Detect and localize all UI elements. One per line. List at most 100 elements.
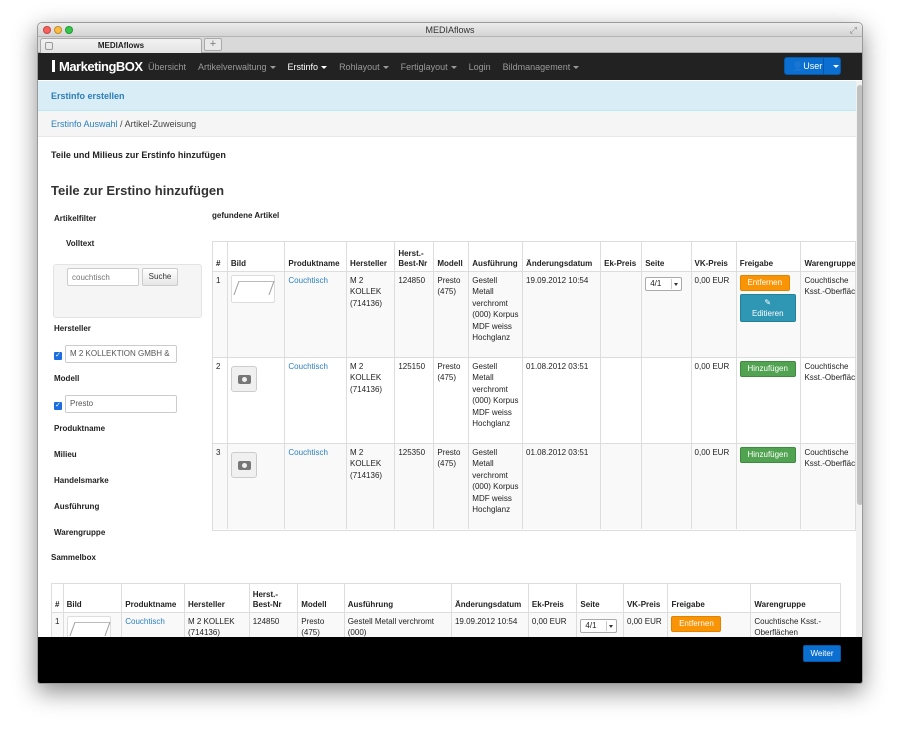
column-header[interactable]: Änderungsdatum [450,584,529,612]
nav-item-5[interactable]: Login [463,62,497,72]
column-header[interactable]: Ausführung [343,584,452,612]
titlebar: MEDIAflows ⤢ [38,23,862,37]
camera-icon[interactable] [230,365,257,392]
column-header[interactable]: Bild [226,242,285,271]
browser-tab[interactable]: MEDIAflows [40,38,202,53]
freigabe-cell: Hinzufügen [735,442,801,529]
chevron-down-icon [671,278,680,289]
nav-item-label: Login [468,61,491,72]
nav-item-2[interactable]: Erstinfo [282,62,334,72]
modell-field[interactable]: Presto [65,395,177,413]
product-thumbnail[interactable] [66,615,111,637]
chevron-down-icon[interactable] [833,65,839,68]
scrollbar-thumb[interactable] [857,85,862,505]
bestnr-cell: 124850 [394,270,434,357]
column-header[interactable]: Ausführung [468,242,523,271]
add-button[interactable]: Hinzufügen [739,446,796,463]
column-header[interactable]: Freigabe [667,584,751,612]
page-title: Teile zur Erstino hinzufügen [51,183,225,198]
search-input[interactable] [67,268,139,286]
modell-cell: Presto (475) [433,356,469,443]
column-header[interactable]: Ek-Preis [600,242,642,271]
modell-checkbox[interactable]: ✓ [54,402,62,410]
column-header[interactable]: Warengruppe [750,584,840,612]
table-row: 1 Couchtisch M 2 KOLLEK (714136) 124850 Pres… [52,611,840,637]
datum-cell: 19.09.2012 10:54 [450,611,529,637]
tab-bar: MEDIAflows + [38,37,862,53]
modell-cell: Presto (475) [433,442,469,529]
column-header[interactable]: Freigabe [735,242,801,271]
column-header[interactable]: Herst.-Best-Nr [394,242,434,271]
column-header[interactable]: # [52,584,63,612]
fullscreen-icon[interactable]: ⤢ [850,25,857,36]
new-tab-button[interactable]: + [204,38,222,51]
hersteller-field[interactable]: M 2 KOLLEKTION GMBH & [65,345,177,363]
column-header[interactable]: Hersteller [346,242,395,271]
user-button[interactable]: 👤User [784,57,841,75]
remove-button[interactable]: Entfernen [671,615,722,632]
brand-name: MarketingBOX [59,59,143,74]
ek-cell [600,356,642,443]
column-header[interactable]: VK-Preis [690,242,737,271]
column-header[interactable]: Herst.-Best-Nr [248,584,298,612]
column-header[interactable]: Produktname [121,584,185,612]
product-link[interactable]: Couchtisch [125,617,165,626]
freigabe-cell: Entfernen [667,611,751,637]
column-header[interactable]: Ek-Preis [527,584,577,612]
seite-select[interactable]: 4/1 [645,276,683,291]
ek-cell: 0,00 EUR [527,611,577,637]
ausfuehrung-cell: Gestell Metall verchromt (000) Korpus MD… [468,442,523,529]
user-button-divider [823,58,824,74]
minimize-window-icon[interactable] [54,26,62,34]
column-header[interactable]: Änderungsdatum [522,242,601,271]
footer-bar: Weiter [38,637,862,683]
produktname-cell: Couchtisch [121,611,185,637]
page-scrollbar[interactable] [856,81,862,637]
edit-button[interactable]: ✎ Editieren [739,293,796,322]
nav-item-3[interactable]: Rohlayout [333,62,395,72]
nav-item-6[interactable]: Bildmanagement [497,62,586,72]
column-header[interactable]: Seite [641,242,692,271]
chevron-down-icon [606,620,615,631]
furniture-image [233,280,275,295]
hersteller-cell: M 2 KOLLEK (714136) [183,611,250,637]
column-header[interactable]: Seite [576,584,624,612]
seite-cell: 4/1 [641,270,692,357]
column-header[interactable]: Warengruppe [800,242,855,271]
column-header[interactable]: Modell [433,242,469,271]
breadcrumb-link-erstinfo[interactable]: Erstinfo Auswahl [51,119,118,129]
close-window-icon[interactable] [43,26,51,34]
seite-select[interactable]: 4/1 [580,618,618,633]
nav-item-0[interactable]: Übersicht [142,62,192,72]
column-header[interactable]: Bild [62,584,122,612]
vk-preis-cell: 0,00 EUR [622,611,668,637]
freigabe-cell: Hinzufügen [735,356,801,443]
product-link[interactable]: Couchtisch [288,362,328,371]
column-header[interactable]: Hersteller [183,584,250,612]
camera-icon[interactable] [230,451,257,478]
seite-value: 4/1 [585,620,597,630]
remove-button[interactable]: Entfernen [739,274,790,291]
chevron-down-icon [321,65,328,69]
chevron-down-icon [269,65,276,69]
hersteller-checkbox[interactable]: ✓ [54,352,62,360]
product-link[interactable]: Couchtisch [288,276,328,285]
product-link[interactable]: Couchtisch [288,448,328,457]
search-button[interactable]: Suche [142,268,178,286]
add-button[interactable]: Hinzufügen [739,360,796,377]
column-header[interactable]: # [213,242,227,271]
column-header[interactable]: VK-Preis [622,584,668,612]
vk-preis-cell: 0,00 EUR [690,442,737,529]
tab-close-icon[interactable] [45,42,53,50]
nav-item-4[interactable]: Fertiglayout [395,62,463,72]
weiter-button[interactable]: Weiter [803,645,841,662]
brand-logo[interactable]: MarketingBOX [52,59,143,74]
product-thumbnail[interactable] [230,274,275,303]
nav-item-1[interactable]: Artikelverwaltung [192,62,282,72]
column-header[interactable]: Modell [297,584,345,612]
sammelbox-table-container: # Bild Produktname Hersteller Herst.-Best-Nr… [51,583,841,637]
column-header[interactable]: Produktname [284,242,347,271]
zoom-window-icon[interactable] [65,26,73,34]
table-row: 3 Couchtisch M 2 KOLLEK (714136) 125350 Pres… [213,442,855,529]
user-icon: 👤 [792,61,804,71]
